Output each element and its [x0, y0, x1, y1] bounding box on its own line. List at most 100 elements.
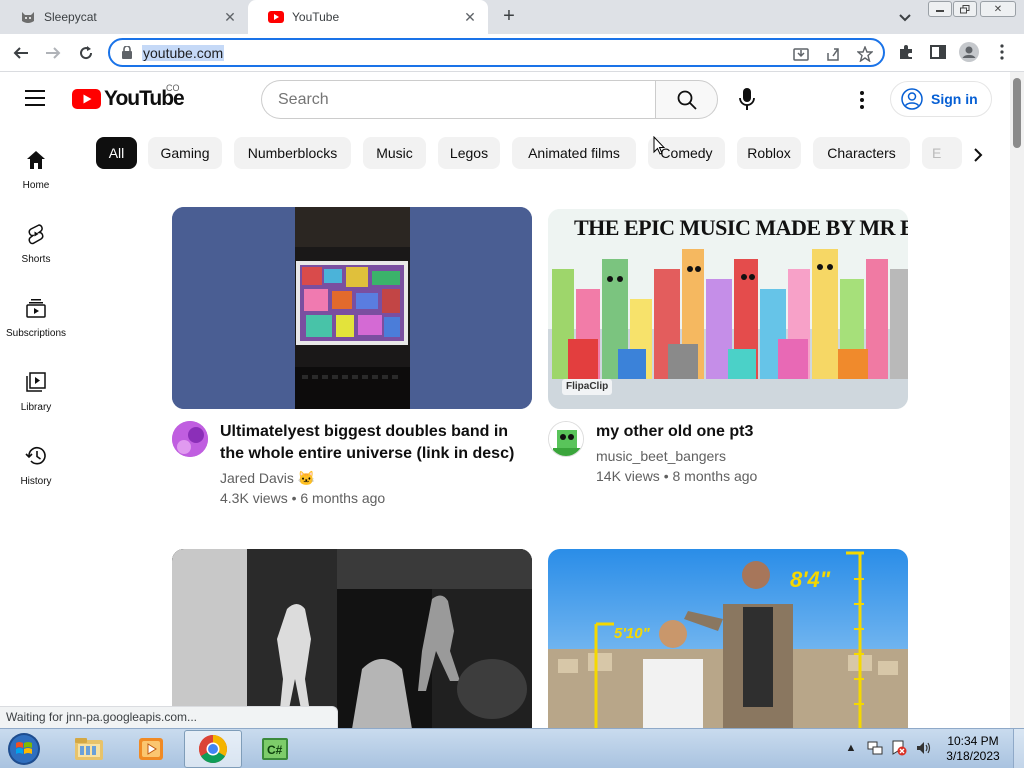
video-title-line: the whole entire universe (link in desc) — [220, 445, 515, 462]
video-metadata: 14K views • 8 months ago — [596, 468, 758, 484]
back-icon[interactable] — [9, 41, 33, 65]
video-thumbnail[interactable]: 8'4" 5'10" — [548, 549, 908, 729]
clock-time: 10:34 PM — [947, 734, 999, 748]
chip-music[interactable]: Music — [363, 137, 426, 169]
install-icon[interactable] — [792, 45, 810, 63]
extensions-icon[interactable] — [896, 42, 916, 62]
guide-item-library[interactable]: Library — [0, 368, 72, 428]
guide-label: Library — [20, 402, 52, 413]
shorts-icon — [24, 222, 48, 246]
chrome-menu-icon[interactable] — [992, 42, 1012, 62]
thumbnail-watermark: FlipaClip — [566, 381, 609, 392]
country-code: CO — [166, 83, 180, 93]
chip-gaming[interactable]: Gaming — [148, 137, 222, 169]
cat-icon — [20, 9, 36, 25]
guide-item-history[interactable]: History — [0, 442, 72, 502]
tray-overflow-icon[interactable]: ▲ — [842, 739, 860, 757]
tab-title: Sleepycat — [44, 10, 97, 24]
channel-name[interactable]: Jared Davis 🐱 — [220, 470, 315, 487]
video-thumbnail[interactable]: THE EPIC MUSIC MADE BY MR BLOCK FlipaCli… — [548, 209, 908, 409]
guide-label: History — [20, 476, 52, 487]
guide-label: Home — [22, 180, 50, 191]
video-title[interactable]: Ultimatelyest biggest doubles band in th… — [220, 421, 520, 465]
close-window-button[interactable]: ✕ — [980, 1, 1016, 17]
close-tab-icon[interactable]: ✕ — [462, 9, 478, 25]
search-button[interactable] — [655, 80, 718, 119]
status-bar: Waiting for jnn-pa.googleapis.com... — [0, 706, 338, 728]
network-icon[interactable] — [866, 739, 884, 757]
tab-strip: Sleepycat ✕ YouTube ✕ + ✕ — [0, 0, 1024, 34]
channel-name[interactable]: music_beet_bangers — [596, 448, 726, 464]
video-title[interactable]: my other old one pt3 — [596, 421, 896, 443]
url-text[interactable]: youtube.com — [142, 45, 225, 61]
tab-youtube[interactable]: YouTube ✕ — [248, 0, 488, 34]
chip-animated-films[interactable]: Animated films — [512, 137, 636, 169]
csharp-app-icon[interactable]: C# — [246, 730, 304, 768]
scrollbar-thumb[interactable] — [1013, 78, 1021, 148]
chip-characters[interactable]: Characters — [813, 137, 910, 169]
youtube-logo[interactable]: YouTube CO — [72, 83, 185, 111]
new-tab-button[interactable]: + — [498, 6, 520, 28]
clock-date: 3/18/2023 — [946, 749, 1000, 763]
side-panel-icon[interactable] — [928, 42, 948, 62]
volume-icon[interactable] — [914, 739, 932, 757]
chip-all[interactable]: All — [96, 137, 137, 169]
chip-legos[interactable]: Legos — [438, 137, 500, 169]
address-bar[interactable]: youtube.com — [108, 38, 885, 67]
system-clock[interactable]: 10:34 PM 3/18/2023 — [938, 734, 1008, 764]
chrome-icon[interactable] — [184, 730, 242, 768]
share-icon[interactable] — [824, 45, 842, 63]
chip-roblox[interactable]: Roblox — [737, 137, 801, 169]
settings-menu-icon[interactable] — [850, 88, 874, 112]
guide-item-home[interactable]: Home — [0, 146, 72, 206]
thumbnail-caption: 5'10" — [614, 625, 650, 642]
chevron-right-icon[interactable] — [966, 143, 990, 167]
chip-partial[interactable]: E — [922, 137, 962, 169]
tab-search-icon[interactable] — [896, 8, 914, 26]
video-thumbnail[interactable] — [172, 207, 532, 409]
sign-in-label: Sign in — [931, 91, 978, 107]
guide-item-shorts[interactable]: Shorts — [0, 220, 72, 280]
guide-label: Subscriptions — [5, 328, 67, 339]
tab-title: YouTube — [292, 10, 340, 24]
search-icon — [677, 90, 697, 110]
minimize-button[interactable] — [928, 1, 952, 17]
maximize-button[interactable] — [953, 1, 977, 17]
tab-sleepycat[interactable]: Sleepycat ✕ — [0, 0, 248, 34]
thumbnail-caption: THE EPIC MUSIC MADE BY MR BLOCK — [574, 215, 908, 240]
home-icon — [24, 148, 48, 172]
chip-numberblocks[interactable]: Numberblocks — [234, 137, 351, 169]
profile-icon[interactable] — [959, 42, 979, 62]
youtube-masthead: YouTube CO Search Sign in — [0, 72, 1010, 128]
guide-item-subscriptions[interactable]: Subscriptions — [0, 294, 72, 354]
search-input[interactable]: Search — [261, 80, 656, 119]
thumbnail-caption: 8'4" — [790, 567, 831, 592]
video-title-line: my other old one pt3 — [596, 423, 754, 440]
sign-in-button[interactable]: Sign in — [890, 81, 992, 117]
lock-icon[interactable] — [122, 45, 132, 64]
bookmark-star-icon[interactable] — [856, 45, 874, 63]
show-desktop-button[interactable] — [1013, 729, 1024, 768]
library-icon — [24, 370, 48, 394]
windows-taskbar: C# ▲ 10:34 PM 3/18/2023 — [0, 728, 1024, 768]
action-center-icon[interactable] — [890, 739, 908, 757]
channel-avatar[interactable] — [548, 421, 584, 457]
browser-toolbar: youtube.com — [0, 34, 1024, 72]
media-player-icon[interactable] — [122, 730, 180, 768]
video-metadata: 4.3K views • 6 months ago — [220, 490, 386, 506]
svg-text:C#: C# — [267, 743, 283, 757]
start-button[interactable] — [4, 730, 44, 768]
windows-explorer-icon[interactable] — [60, 730, 118, 768]
close-tab-icon[interactable]: ✕ — [222, 9, 238, 25]
youtube-icon — [268, 9, 284, 25]
video-thumbnail[interactable] — [172, 549, 532, 729]
channel-avatar[interactable] — [172, 421, 208, 457]
guide-label: Shorts — [21, 254, 51, 265]
menu-icon[interactable] — [25, 89, 47, 107]
microphone-icon[interactable] — [734, 86, 760, 112]
account-icon — [901, 88, 923, 110]
forward-icon[interactable] — [41, 41, 65, 65]
reload-icon[interactable] — [74, 41, 98, 65]
page-scrollbar[interactable] — [1010, 72, 1024, 728]
video-title-line: Ultimatelyest biggest doubles band in — [220, 423, 509, 440]
